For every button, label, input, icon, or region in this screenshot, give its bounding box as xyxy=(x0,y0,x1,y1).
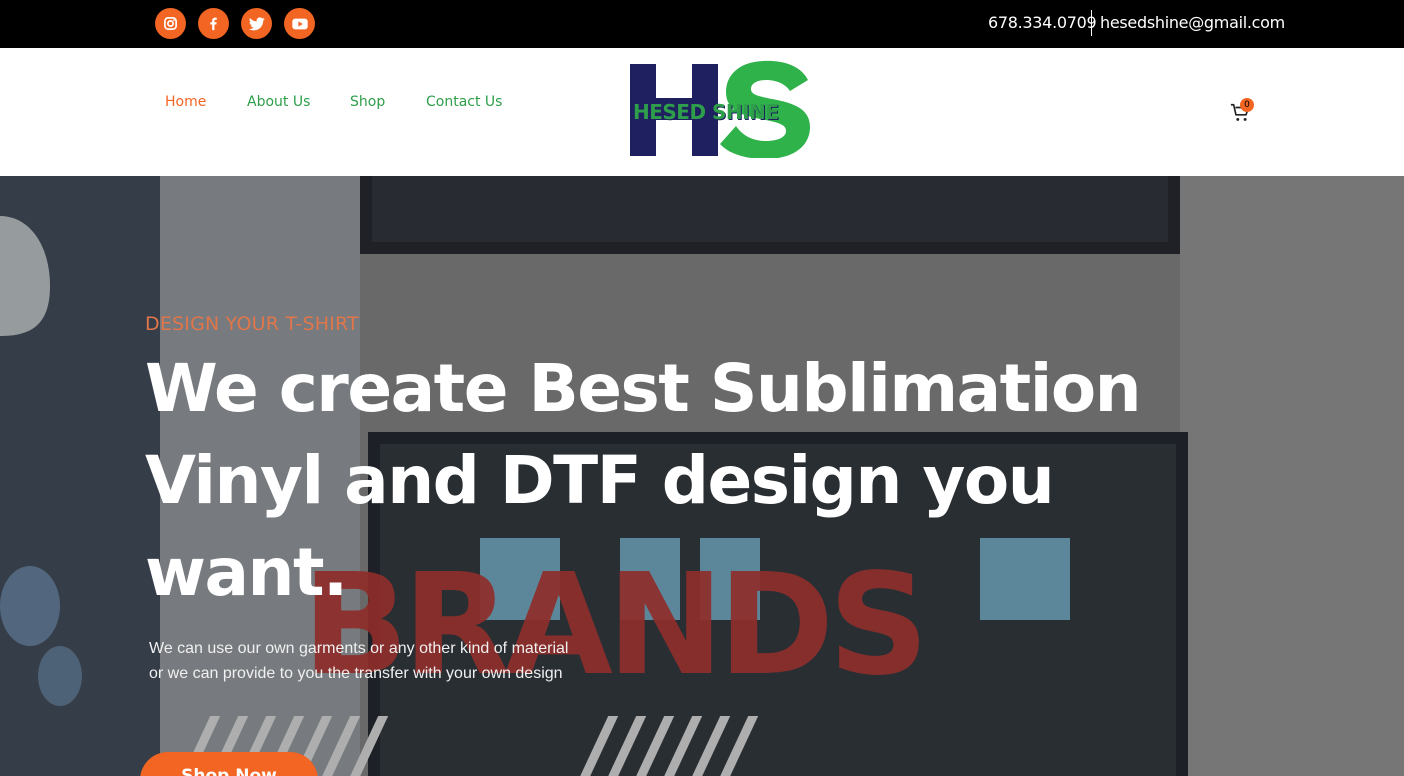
facebook-icon xyxy=(210,17,217,31)
instagram-link[interactable] xyxy=(155,8,186,39)
hero-headline-line-2: Vinyl and DTF design you want. xyxy=(145,442,1055,611)
shop-now-button[interactable]: Shop Now xyxy=(140,752,318,776)
hero-section: BRANDS DESIGN YOUR T-SHIRT We create Bes… xyxy=(0,176,1404,776)
twitter-link[interactable] xyxy=(241,8,272,39)
contact-divider xyxy=(1091,10,1092,36)
phone-number[interactable]: 678.334.0709 xyxy=(988,13,1097,32)
hero-subtext: We can use our own garments or any other… xyxy=(149,636,619,686)
site-header: Home About Us Shop Contact Us HESED SHIN… xyxy=(0,48,1404,176)
hero-eyebrow: DESIGN YOUR T-SHIRT xyxy=(145,313,359,335)
hero-subtext-line-1: We can use our own garments or any other… xyxy=(149,640,569,657)
cart-count-badge: 0 xyxy=(1240,98,1254,112)
nav-about-us[interactable]: About Us xyxy=(247,94,310,110)
hero-headline: We create Best Sublimation Vinyl and DTF… xyxy=(145,343,1245,619)
facebook-link[interactable] xyxy=(198,8,229,39)
nav-shop[interactable]: Shop xyxy=(350,94,385,110)
youtube-icon xyxy=(291,18,308,29)
nav-contact-us[interactable]: Contact Us xyxy=(426,94,502,110)
email-address[interactable]: hesedshine@gmail.com xyxy=(1100,13,1285,32)
youtube-link[interactable] xyxy=(284,8,315,39)
hero-headline-line-1: We create Best Sublimation xyxy=(145,350,1142,427)
top-bar: 678.334.0709 hesedshine@gmail.com xyxy=(0,0,1404,48)
logo-text: HESED SHINE xyxy=(633,100,779,124)
nav-home[interactable]: Home xyxy=(165,94,206,110)
twitter-icon xyxy=(248,16,265,30)
hero-subtext-line-2: or we can provide to you the transfer wi… xyxy=(149,665,563,682)
instagram-icon xyxy=(164,17,177,30)
